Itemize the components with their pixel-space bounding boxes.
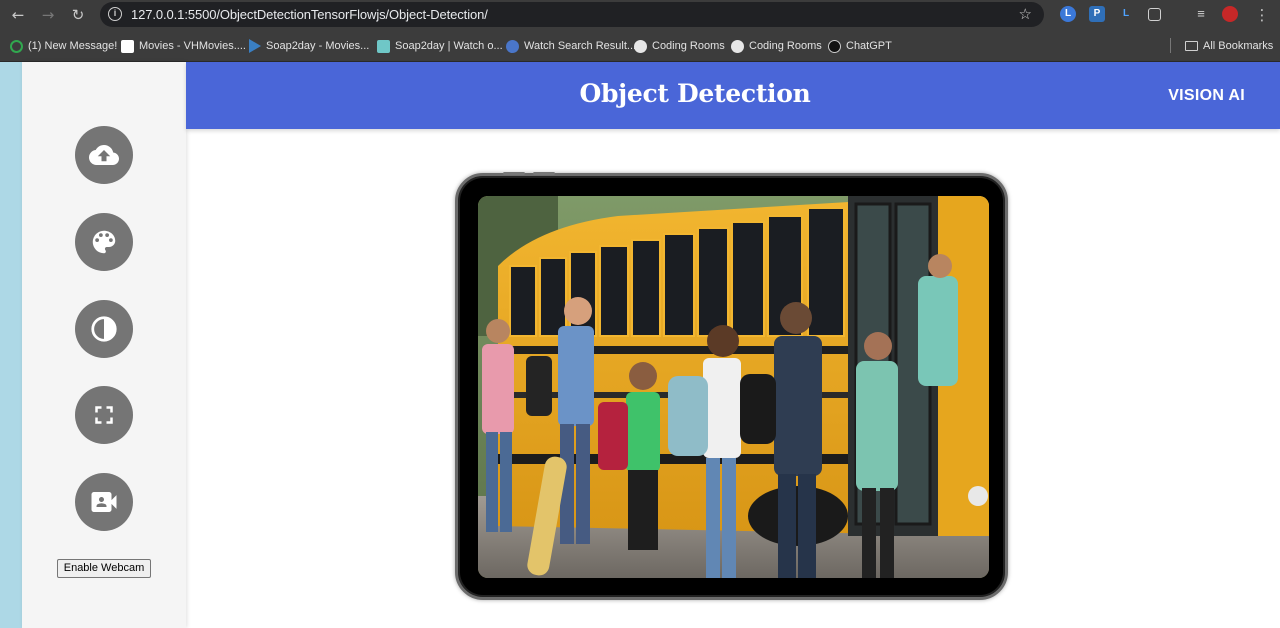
all-bookmarks-item[interactable]: All Bookmarks: [1185, 39, 1273, 53]
forward-arrow-icon[interactable]: →: [38, 5, 58, 25]
address-bar[interactable]: i 127.0.0.1:5500/ObjectDetectionTensorFl…: [100, 2, 1044, 27]
bookmark-label: Coding Rooms: [652, 40, 725, 52]
brand-link[interactable]: VISION AI: [1168, 87, 1245, 105]
palette-icon: [92, 230, 116, 254]
contrast-icon: [91, 316, 117, 342]
browser-toolbar: ← → ↻ i 127.0.0.1:5500/ObjectDetectionTe…: [0, 0, 1280, 30]
bookmark-favicon-icon: [731, 39, 744, 53]
page: Enable Webcam Object Detection VISION AI: [0, 62, 1280, 628]
bookmarks-bar: (1) New Message! Movies - VHMovies.... S…: [0, 30, 1280, 62]
fullscreen-icon: [95, 406, 113, 424]
bookmark-favicon-icon: [377, 39, 390, 53]
tablet-power-button: [533, 172, 555, 175]
bookmark-label: Movies - VHMovies....: [139, 40, 246, 52]
bookmark-star-icon[interactable]: ☆: [1019, 5, 1032, 23]
bookmark-item[interactable]: Coding Rooms: [731, 39, 822, 53]
tablet-volume-button: [503, 172, 525, 175]
fullscreen-button[interactable]: [75, 386, 133, 444]
site-info-icon[interactable]: i: [108, 7, 122, 21]
left-accent-strip: [0, 62, 22, 628]
app-header: Object Detection VISION AI: [186, 62, 1280, 129]
webcam-toggle-button[interactable]: [75, 473, 133, 531]
bookmark-item[interactable]: Watch Search Result...: [506, 39, 636, 53]
enable-webcam-button[interactable]: Enable Webcam: [57, 559, 151, 578]
bookmark-label: Watch Search Result...: [524, 40, 637, 52]
extensions-puzzle-icon[interactable]: [1148, 8, 1161, 21]
color-filter-button[interactable]: [75, 213, 133, 271]
profile-avatar-icon[interactable]: [1222, 6, 1238, 22]
bookmark-label: Coding Rooms: [749, 40, 822, 52]
cloud-upload-icon: [89, 145, 119, 165]
bookmark-label: Soap2day | Watch o...: [395, 40, 503, 52]
bookmark-label: (1) New Message!: [28, 40, 118, 52]
bookmark-item[interactable]: ChatGPT: [828, 39, 892, 53]
sidebar: Enable Webcam: [22, 62, 186, 628]
page-title: Object Detection: [579, 79, 811, 108]
extension-l-icon[interactable]: L: [1118, 6, 1134, 22]
extension-lens-icon[interactable]: L: [1060, 6, 1076, 22]
video-camera-icon: [91, 492, 117, 512]
address-url[interactable]: 127.0.0.1:5500/ObjectDetectionTensorFlow…: [131, 7, 488, 22]
upload-button[interactable]: [75, 126, 133, 184]
media-queue-icon[interactable]: ≡: [1193, 6, 1209, 22]
bookmark-favicon-icon: [249, 39, 261, 53]
bookmark-favicon-icon: [10, 39, 23, 53]
bookmark-item[interactable]: Coding Rooms: [634, 39, 725, 53]
bookmark-item[interactable]: (1) New Message!: [10, 39, 117, 53]
tablet-frame: [455, 172, 1008, 600]
extension-p-icon[interactable]: P: [1089, 6, 1105, 22]
bookmark-item[interactable]: Movies - VHMovies....: [121, 39, 246, 53]
all-bookmarks-label: All Bookmarks: [1203, 40, 1274, 52]
bookmark-favicon-icon: [506, 39, 519, 53]
contrast-button[interactable]: [75, 300, 133, 358]
school-bus-photo: [478, 196, 989, 578]
menu-kebab-icon[interactable]: ⋮: [1252, 5, 1272, 25]
back-arrow-icon[interactable]: ←: [8, 5, 28, 25]
bookmark-favicon-icon: [634, 39, 647, 53]
folder-icon: [1185, 41, 1198, 51]
bookmark-item[interactable]: Soap2day - Movies...: [249, 39, 369, 53]
detection-image[interactable]: [478, 196, 989, 578]
bookmark-favicon-icon: [121, 39, 134, 53]
bookmark-label: ChatGPT: [846, 40, 892, 52]
bookmark-item[interactable]: Soap2day | Watch o...: [377, 39, 503, 53]
bookmark-separator: [1170, 38, 1171, 53]
reload-icon[interactable]: ↻: [68, 5, 88, 25]
bookmark-label: Soap2day - Movies...: [266, 40, 370, 52]
bookmark-favicon-icon: [828, 39, 841, 53]
